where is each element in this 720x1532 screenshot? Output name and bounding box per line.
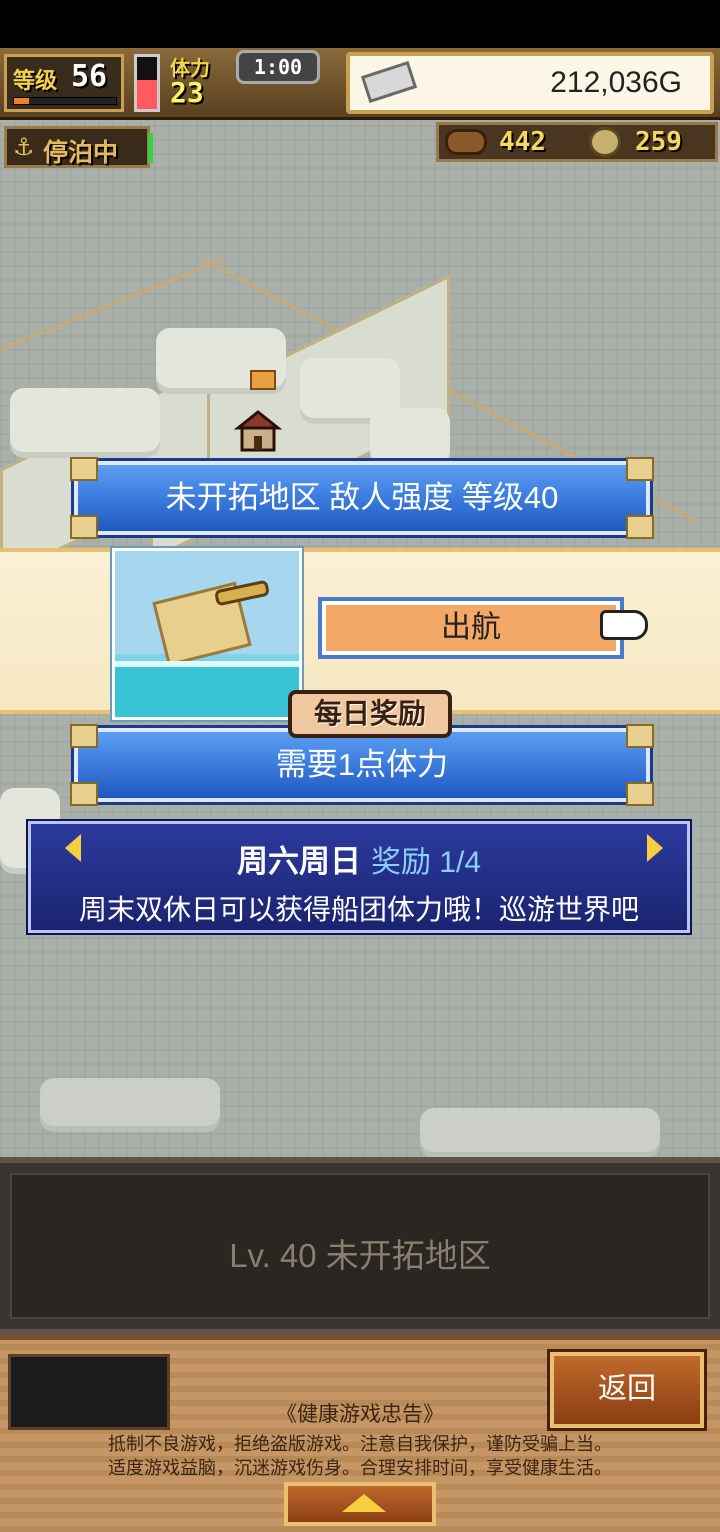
- spyglass-icon: [213, 579, 271, 607]
- new-marker-icon[interactable]: [250, 370, 276, 390]
- timer-text: 1:00: [253, 55, 303, 79]
- set-sail-button[interactable]: 出航: [318, 597, 624, 659]
- level-label: 等级: [13, 69, 58, 94]
- docked-status-text: 停泊中: [43, 138, 119, 167]
- daily-reward-text: 每日奖励: [313, 697, 426, 730]
- tips-page-indicator: 奖励 1/4: [370, 846, 482, 879]
- banner-corner: [70, 724, 98, 748]
- tips-body: 周末双休日可以获得船团体力哦！巡游世界吧: [78, 894, 639, 925]
- ore-coin-icon: [589, 127, 621, 157]
- spyglass-treasure-map-image: [112, 548, 302, 720]
- cloud: [40, 1078, 220, 1126]
- banner-corner: [626, 457, 654, 481]
- level-value: 56: [71, 59, 108, 94]
- stamina-gauge: [134, 54, 160, 112]
- area-info-inner: Lv. 40 未开拓地区: [10, 1173, 710, 1319]
- banner-corner: [626, 515, 654, 539]
- next-arrow-icon[interactable]: [647, 834, 663, 862]
- tips-carousel: 周六周日 奖励 1/4 周末双休日可以获得船团体力哦！巡游世界吧: [28, 821, 690, 933]
- daily-reward-badge: 每日奖励: [288, 690, 452, 738]
- tips-header: 周六周日 奖励 1/4: [31, 836, 687, 881]
- banner-corner: [626, 782, 654, 806]
- top-hud: 等级 56 体力 23 1:00 212,036G: [0, 48, 720, 120]
- docked-status-badge: ⚓ 停泊中: [4, 126, 153, 168]
- wood-log-icon: [445, 129, 487, 155]
- banner-corner: [70, 457, 98, 481]
- area-info-panel: Lv. 40 未开拓地区: [0, 1157, 720, 1335]
- cloud: [420, 1108, 660, 1152]
- banner-corner: [626, 724, 654, 748]
- ore-value: 259: [635, 127, 682, 157]
- stamina-fill: [137, 80, 157, 109]
- banner-corner: [70, 782, 98, 806]
- wood-value: 442: [499, 127, 546, 157]
- expand-menu-button[interactable]: [284, 1482, 436, 1526]
- wave-icon: [115, 661, 299, 717]
- bottom-bar: 返回 《健康游戏忠告》 抵制不良游戏，拒绝盗版游戏。注意自我保护，谨防受骗上当。…: [0, 1335, 720, 1532]
- stamina-cost-text: 需要1点体力: [275, 747, 449, 782]
- cloud: [10, 388, 160, 452]
- area-title-banner: 未开拓地区 敌人强度 等级40: [70, 457, 654, 539]
- gold-panel: 212,036G: [346, 52, 714, 114]
- area-title-text: 未开拓地区 敌人强度 等级40: [165, 480, 559, 515]
- set-sail-label: 出航: [441, 611, 501, 644]
- resources-panel: 442 259: [436, 122, 718, 162]
- area-info-title: Lv. 40 未开拓地区: [229, 1237, 491, 1274]
- gold-value: 212,036G: [550, 66, 682, 99]
- status-indicator: [148, 133, 153, 163]
- pointer-hand-icon: [600, 610, 648, 640]
- experience-bar: [13, 97, 117, 105]
- stamina-timer: 1:00: [236, 50, 320, 84]
- experience-fill: [14, 98, 30, 104]
- stamina-cost-banner: 需要1点体力: [70, 724, 654, 806]
- banner-corner: [70, 515, 98, 539]
- health-notice-line: 适度游戏益脑，沉迷游戏伤身。合理安排时间，享受健康生活。: [108, 1458, 612, 1478]
- level-panel: 等级 56: [4, 54, 124, 112]
- stamina-value: 23: [170, 76, 204, 109]
- health-notice-title: 《健康游戏忠告》: [276, 1403, 444, 1426]
- port-town-icon[interactable]: [233, 408, 283, 452]
- up-arrow-icon: [342, 1494, 386, 1512]
- health-notice-line: 抵制不良游戏，拒绝盗版游戏。注意自我保护，谨防受骗上当。: [108, 1434, 612, 1454]
- tips-title: 周六周日: [236, 844, 361, 880]
- anchor-icon: ⚓: [13, 133, 35, 161]
- gold-bar-icon: [360, 60, 418, 104]
- cloud: [370, 408, 450, 464]
